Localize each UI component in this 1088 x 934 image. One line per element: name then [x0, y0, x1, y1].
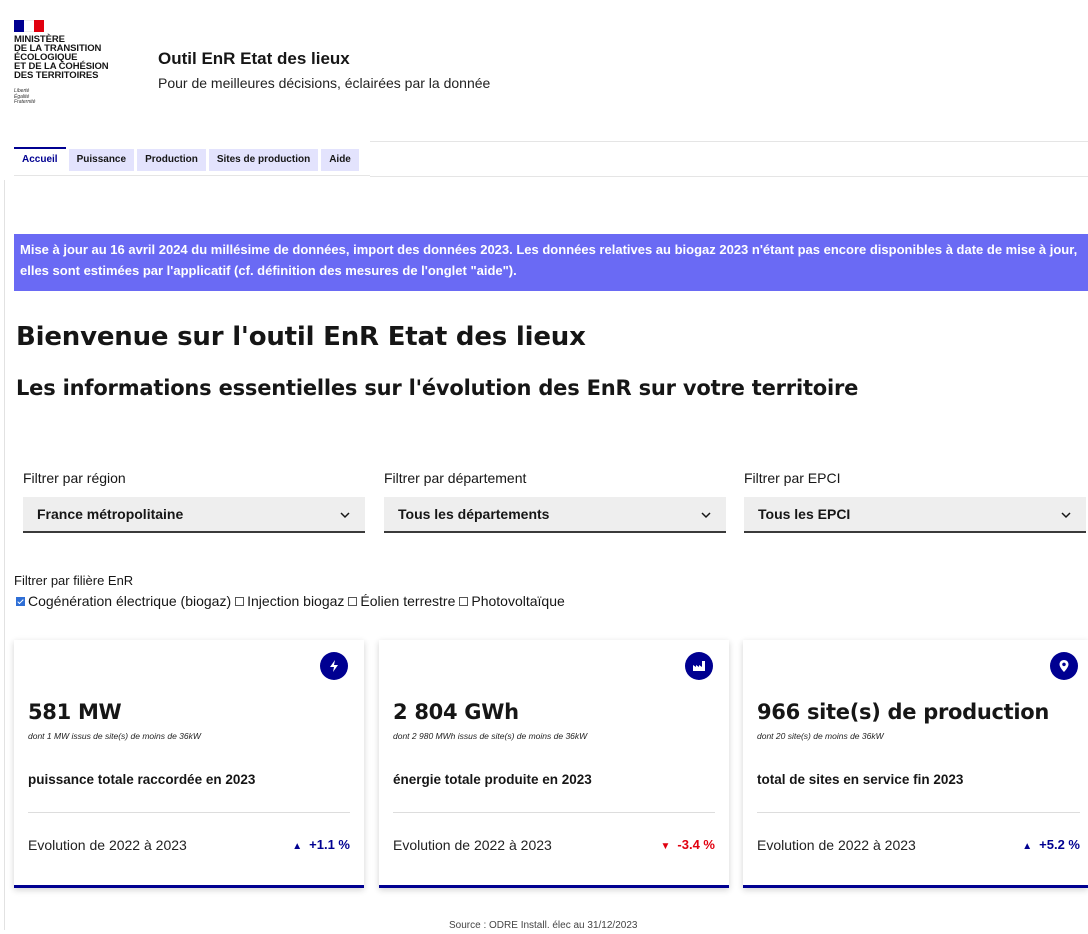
epci-filter-label: Filtrer par EPCI [744, 470, 841, 486]
republic-motto: Liberté Égalité Fraternité [14, 88, 144, 106]
chevron-down-icon [700, 497, 712, 531]
departement-filter-label: Filtrer par département [384, 470, 527, 486]
kpi-note: dont 2 980 MWh issus de site(s) de moins… [393, 731, 588, 741]
kpi-description: puissance totale raccordée en 2023 [28, 772, 256, 787]
tab-bar: Accueil Puissance Production Sites de pr… [14, 147, 362, 175]
motto-line: Fraternité [14, 99, 36, 105]
checkbox-label[interactable]: Photovoltaïque [471, 593, 564, 609]
french-flag-icon [14, 20, 44, 32]
card-divider [393, 812, 715, 813]
checkbox-cogeneration[interactable] [16, 596, 25, 606]
kpi-value: 966 site(s) de production [757, 700, 1050, 724]
site-title[interactable]: Outil EnR Etat des lieux [158, 49, 350, 69]
data-source-note: Source : ODRE Install. élec au 31/12/202… [449, 920, 638, 931]
checkbox-label[interactable]: Cogénération électrique (biogaz) [28, 593, 231, 609]
chevron-down-icon [339, 497, 351, 531]
ministry-name: MINISTÈRE DE LA TRANSITION ÉCOLOGIQUE ET… [14, 35, 144, 81]
region-select-value: France métropolitaine [37, 506, 184, 522]
tabs-divider [370, 141, 1088, 177]
card-divider [28, 812, 350, 813]
kpi-card-puissance: 581 MW dont 1 MW issus de site(s) de moi… [14, 640, 364, 888]
triangle-up-icon: ▲ [292, 841, 303, 852]
tab-accueil[interactable]: Accueil [14, 147, 66, 173]
enr-filter-label: Filtrer par filière EnR [14, 573, 134, 588]
page-left-border [4, 180, 5, 930]
enr-filter-options: Cogénération électrique (biogaz) Injecti… [14, 593, 567, 609]
site-tagline: Pour de meilleures décisions, éclairées … [158, 75, 491, 91]
page-title: Bienvenue sur l'outil EnR Etat des lieux [16, 322, 586, 352]
evolution-label: Evolution de 2022 à 2023 [28, 837, 187, 853]
lightning-icon [320, 652, 348, 680]
kpi-card-sites: 966 site(s) de production dont 20 site(s… [743, 640, 1088, 888]
checkbox-label[interactable]: Éolien terrestre [360, 593, 455, 609]
evolution-value: ▲ +1.1 % [292, 837, 350, 852]
kpi-note: dont 20 site(s) de moins de 36kW [757, 731, 884, 741]
tab-aide[interactable]: Aide [321, 149, 359, 171]
kpi-note: dont 1 MW issus de site(s) de moins de 3… [28, 731, 201, 741]
map-pin-icon [1050, 652, 1078, 680]
update-banner: Mise à jour au 16 avril 2024 du millésim… [14, 234, 1088, 291]
epci-select-value: Tous les EPCI [758, 506, 851, 522]
triangle-down-icon: ▼ [660, 841, 671, 852]
epci-select[interactable]: Tous les EPCI [744, 497, 1086, 533]
kpi-description: énergie totale produite en 2023 [393, 772, 592, 787]
card-divider [757, 812, 1080, 813]
ministry-logo: MINISTÈRE DE LA TRANSITION ÉCOLOGIQUE ET… [14, 20, 144, 106]
checkbox-label[interactable]: Injection biogaz [247, 593, 344, 609]
evolution-label: Evolution de 2022 à 2023 [757, 837, 916, 853]
region-filter-label: Filtrer par région [23, 470, 126, 486]
kpi-value: 2 804 GWh [393, 700, 519, 724]
checkbox-photovoltaique[interactable] [459, 596, 469, 606]
kpi-description: total de sites en service fin 2023 [757, 772, 964, 787]
ministry-line: DES TERRITOIRES [14, 70, 99, 81]
kpi-value: 581 MW [28, 700, 122, 724]
region-select[interactable]: France métropolitaine [23, 497, 365, 533]
page-subtitle: Les informations essentielles sur l'évol… [16, 376, 859, 400]
evolution-value: ▲ +5.2 % [1022, 837, 1080, 852]
evolution-label: Evolution de 2022 à 2023 [393, 837, 552, 853]
evolution-percent: -3.4 % [677, 837, 715, 852]
tab-puissance[interactable]: Puissance [68, 149, 135, 171]
evolution-percent: +1.1 % [309, 837, 350, 852]
triangle-up-icon: ▲ [1022, 841, 1033, 852]
departement-select[interactable]: Tous les départements [384, 497, 726, 533]
checkbox-injection-biogaz[interactable] [235, 596, 245, 606]
departement-select-value: Tous les départements [398, 506, 550, 522]
evolution-percent: +5.2 % [1039, 837, 1080, 852]
tabs-underline [14, 175, 370, 176]
tab-production[interactable]: Production [137, 149, 206, 171]
kpi-card-production: 2 804 GWh dont 2 980 MWh issus de site(s… [379, 640, 729, 888]
evolution-value: ▼ -3.4 % [661, 837, 715, 852]
factory-icon [685, 652, 713, 680]
chevron-down-icon [1060, 497, 1072, 531]
tab-sites-de-production[interactable]: Sites de production [208, 149, 319, 171]
site-header: MINISTÈRE DE LA TRANSITION ÉCOLOGIQUE ET… [0, 0, 1088, 140]
checkbox-eolien-terrestre[interactable] [348, 596, 358, 606]
